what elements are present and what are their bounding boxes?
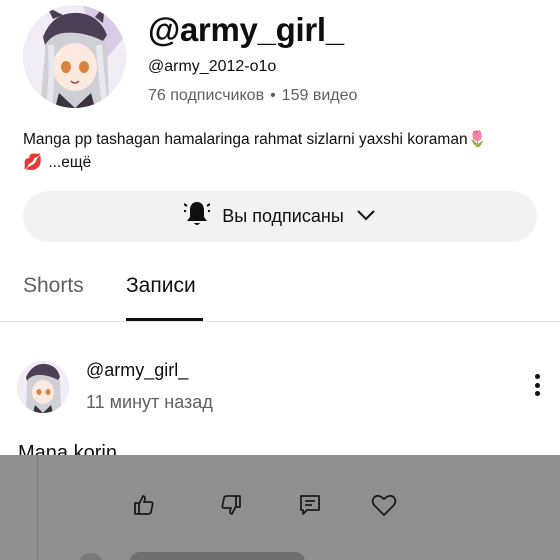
more-vertical-icon[interactable] [526, 372, 548, 398]
post-author-avatar[interactable] [17, 361, 69, 413]
subscribed-button[interactable]: Вы подписаны [23, 191, 537, 242]
like-icon[interactable] [130, 491, 158, 519]
description-text: Manga pp tashagan hamalaringa rahmat siz… [23, 131, 468, 148]
active-tab-indicator [126, 318, 203, 321]
overlay-divider [37, 455, 38, 560]
post-author-name[interactable]: @army_girl_ [86, 360, 188, 381]
description-line-2[interactable]: 💋 ...ещё [23, 151, 91, 174]
channel-name: @army_girl_ [148, 11, 344, 48]
channel-tabs: Shorts Записи [0, 266, 560, 322]
bell-icon [183, 200, 211, 233]
kiss-emoji: 💋 [23, 154, 43, 171]
subscriber-count: 76 подписчиков [148, 87, 265, 104]
channel-description[interactable]: Manga pp tashagan hamalaringa rahmat siz… [23, 128, 487, 151]
channel-avatar[interactable] [23, 5, 126, 108]
menu-dot [534, 374, 540, 379]
channel-handle: @army_2012-o1o [148, 58, 277, 75]
heart-icon[interactable] [370, 491, 398, 519]
menu-dot [534, 382, 540, 388]
reply-input[interactable] [130, 552, 305, 560]
dimmed-overlay [0, 455, 560, 560]
chevron-down-icon [356, 208, 376, 226]
tab-posts[interactable]: Записи [126, 274, 196, 298]
description-more-link[interactable]: ...ещё [48, 151, 91, 174]
comment-icon[interactable] [296, 491, 324, 519]
tulip-emoji: 🌷 [467, 131, 487, 148]
post-timestamp: 11 минут назад [86, 392, 213, 412]
menu-dot [534, 391, 540, 396]
subscribed-label: Вы подписаны [222, 206, 344, 226]
video-count: 159 видео [281, 87, 358, 104]
reply-avatar [78, 553, 104, 560]
stats-separator: • [270, 87, 276, 104]
channel-stats: 76 подписчиков • 159 видео [148, 87, 357, 105]
dislike-icon[interactable] [217, 491, 245, 519]
tab-shorts[interactable]: Shorts [23, 274, 84, 298]
